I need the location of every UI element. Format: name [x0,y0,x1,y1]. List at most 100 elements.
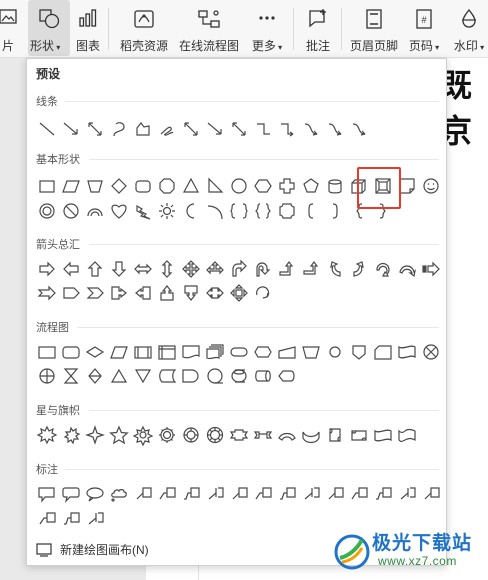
shape-c-line1[interactable] [325,484,345,504]
shape-call-d[interactable] [181,283,201,303]
shape-a-striped[interactable] [421,259,441,279]
shape-dblarrow[interactable] [181,119,201,139]
ribbon-chart-button[interactable]: 图表 [74,0,102,56]
shape-rbracket[interactable] [325,201,345,221]
shape-c-line3[interactable] [61,509,81,529]
shape-a-l-r[interactable] [133,259,153,279]
shape-c-cloud[interactable] [109,484,129,504]
shape-a-uturn[interactable] [253,259,273,279]
shape-sun[interactable] [157,201,177,221]
shape-c-line3[interactable] [181,484,201,504]
shape-diamond[interactable] [109,176,129,196]
shape-a-bent[interactable] [229,259,249,279]
shape-f-display[interactable] [277,366,297,386]
shape-call-l[interactable] [133,283,153,303]
shape-rect[interactable] [37,176,57,196]
ribbon-more-button[interactable]: 更多 ▾ [248,0,286,56]
shape-ellipse[interactable] [229,176,249,196]
shape-hex[interactable] [253,176,273,196]
shape-f-direct[interactable] [253,366,273,386]
shape-ribbon-up[interactable] [229,425,249,445]
shape-f-multi[interactable] [205,342,225,362]
shape-f-man-op[interactable] [301,342,321,362]
shape-cross[interactable] [277,176,297,196]
shape-f-decision[interactable] [85,342,105,362]
shape-s5[interactable] [109,425,129,445]
shape-c-line4[interactable] [205,484,225,504]
shape-call-r[interactable] [109,283,129,303]
shape-donut[interactable] [37,201,57,221]
shape-ribbon-curv-up[interactable] [277,425,297,445]
shape-arcline[interactable] [205,201,225,221]
new-drawing-canvas-button[interactable]: 新建绘图画布(N) [36,541,149,558]
shape-s16[interactable] [157,425,177,445]
shape-chevron[interactable] [85,283,105,303]
shape-f-offpage[interactable] [349,342,369,362]
shape-f-doc[interactable] [181,342,201,362]
shape-dblarrow[interactable] [85,119,105,139]
shape-bracepair[interactable] [253,201,273,221]
shape-a-circle[interactable] [373,259,393,279]
shape-c-line3[interactable] [277,484,297,504]
shape-dblarrow[interactable] [229,119,249,139]
shape-a-notched[interactable] [37,283,57,303]
shape-c-line2[interactable] [37,509,57,529]
shape-c-line2[interactable] [157,484,177,504]
shape-arrowline[interactable] [205,119,225,139]
shape-ribbon-dn[interactable] [253,425,273,445]
shape-smile[interactable] [421,176,441,196]
shape-curvearrow[interactable] [349,119,369,139]
shape-a-quad[interactable] [181,259,201,279]
shape-f-conn[interactable] [325,342,345,362]
shape-c-line2[interactable] [349,484,369,504]
shape-a-l[interactable] [61,259,81,279]
shape-a-curv-d[interactable] [397,259,417,279]
shape-f-seq[interactable] [205,366,225,386]
shape-f-internal[interactable] [157,342,177,362]
shape-f-card[interactable] [373,342,393,362]
ribbon-picture-button[interactable]: 片 [0,0,20,56]
shape-a-u[interactable] [85,259,105,279]
shape-trap[interactable] [85,176,105,196]
shape-a-curv-r[interactable] [349,259,369,279]
shape-ribbon-curv-dn[interactable] [301,425,321,445]
shape-oct[interactable] [157,176,177,196]
shape-f-term[interactable] [229,342,249,362]
shape-f-tape[interactable] [397,342,417,362]
shape-f-sum-j[interactable] [421,342,441,362]
shape-curve[interactable] [109,119,129,139]
shape-brackets[interactable] [229,201,249,221]
shape-bolt[interactable] [133,201,153,221]
shape-a-lup[interactable] [277,259,297,279]
shape-f-delay[interactable] [181,366,201,386]
shape-c-circle[interactable] [253,283,273,303]
shape-f-predef[interactable] [133,342,153,362]
shape-elbow[interactable] [253,119,273,139]
ribbon-docer-button[interactable]: 稻壳资源 [118,0,170,56]
shape-moon[interactable] [181,201,201,221]
shape-c-oval[interactable] [85,484,105,504]
shape-rrect[interactable] [133,176,153,196]
shape-arc[interactable] [85,201,105,221]
shape-s4[interactable] [85,425,105,445]
shape-tri[interactable] [181,176,201,196]
ribbon-comment-button[interactable]: 批注 [300,0,336,56]
shape-c-line4[interactable] [85,509,105,529]
shape-f-mag[interactable] [229,366,249,386]
ribbon-online-flowchart-button[interactable]: 在线流程图 [176,0,242,56]
shape-wave[interactable] [373,425,393,445]
shape-a-tri[interactable] [205,259,225,279]
shape-pent-arrow[interactable] [61,283,81,303]
shape-a-bent-up[interactable] [301,259,321,279]
shape-a-curv-l[interactable] [325,259,345,279]
shape-curvearrow[interactable] [325,119,345,139]
shape-f-data[interactable] [109,342,129,362]
shape-call-l-r[interactable] [205,283,225,303]
ribbon-header-footer-button[interactable]: 页眉页脚 [348,0,400,56]
shape-c-line1[interactable] [133,484,153,504]
shape-c-line1[interactable] [421,484,441,504]
shape-f-or[interactable] [37,366,57,386]
shape-s32[interactable] [205,425,225,445]
shape-noentry[interactable] [61,201,81,221]
shape-call-quad[interactable] [229,283,249,303]
